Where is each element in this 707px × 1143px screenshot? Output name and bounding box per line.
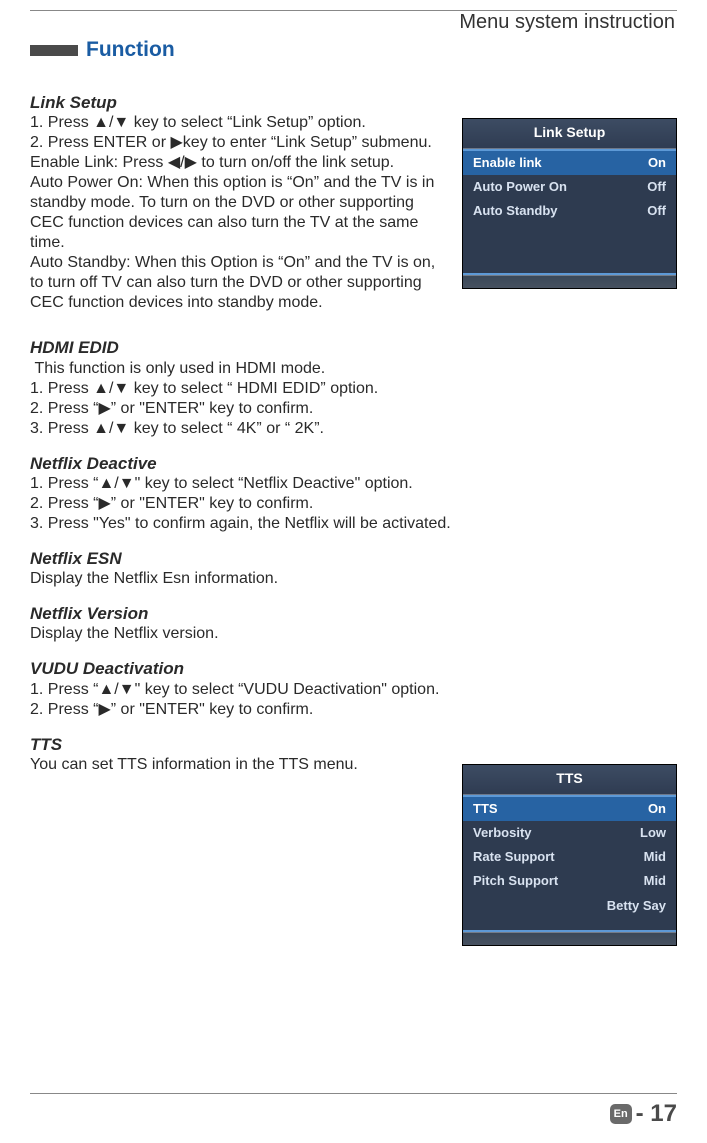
right-icon: ▶ bbox=[170, 134, 182, 151]
page-title: Function bbox=[86, 38, 175, 62]
lang-badge: En bbox=[610, 1104, 632, 1124]
netflix-deactive-body: 1. Press “▲/▼" key to select “Netflix De… bbox=[30, 474, 677, 534]
updown-icon: ▲/▼ bbox=[98, 475, 134, 492]
section-title-link-setup: Link Setup bbox=[30, 92, 677, 113]
section-title-tts: TTS bbox=[30, 734, 677, 755]
osd-row-label: TTS bbox=[473, 801, 498, 817]
osd-row-label: Auto Power On bbox=[473, 179, 567, 195]
page-title-row: Function bbox=[30, 38, 677, 62]
osd-tts-row-footer: Betty Say bbox=[463, 894, 676, 918]
osd-row-value: Off bbox=[647, 179, 666, 195]
netflix-version-body: Display the Netflix version. bbox=[30, 624, 677, 644]
right-icon: ▶ bbox=[98, 495, 110, 512]
osd-row-value: Off bbox=[647, 203, 666, 219]
osd-tts-row[interactable]: TTS On bbox=[463, 797, 676, 821]
osd-link-title: Link Setup bbox=[463, 119, 676, 149]
leftright-icon: ◀/▶ bbox=[168, 154, 197, 171]
section-title-netflix-esn: Netflix ESN bbox=[30, 548, 677, 569]
section-title-netflix-version: Netflix Version bbox=[30, 603, 677, 624]
osd-tts-title: TTS bbox=[463, 765, 676, 795]
hdmi-body: This function is only used in HDMI mode.… bbox=[30, 359, 677, 439]
updown-icon: ▲/▼ bbox=[93, 114, 129, 131]
osd-row-label: Verbosity bbox=[473, 825, 532, 841]
osd-tts: TTS TTS On Verbosity Low Rate Support Mi… bbox=[462, 764, 677, 946]
osd-link-row[interactable]: Auto Standby Off bbox=[463, 199, 676, 223]
osd-row-value: Betty Say bbox=[607, 898, 666, 914]
content-area: Link Setup Enable link On Auto Power On … bbox=[30, 92, 677, 775]
osd-row-value: Mid bbox=[644, 849, 666, 865]
updown-icon: ▲/▼ bbox=[93, 420, 129, 437]
page-footer: En - 17 bbox=[30, 1085, 677, 1128]
osd-tts-row[interactable]: Verbosity Low bbox=[463, 821, 676, 845]
updown-icon: ▲/▼ bbox=[93, 380, 129, 397]
osd-tts-row[interactable]: Rate Support Mid bbox=[463, 845, 676, 869]
section-title-hdmi: HDMI EDID bbox=[30, 337, 677, 358]
right-icon: ▶ bbox=[98, 400, 110, 417]
osd-row-label: Rate Support bbox=[473, 849, 555, 865]
osd-row-value: On bbox=[648, 801, 666, 817]
osd-row-value: Low bbox=[640, 825, 666, 841]
osd-tts-row[interactable]: Pitch Support Mid bbox=[463, 869, 676, 893]
osd-link-row[interactable]: Auto Power On Off bbox=[463, 175, 676, 199]
vudu-body: 1. Press “▲/▼" key to select “VUDU Deact… bbox=[30, 680, 550, 720]
osd-row-value: Mid bbox=[644, 873, 666, 889]
osd-row-label: Enable link bbox=[473, 155, 542, 171]
title-decor bbox=[30, 45, 78, 56]
updown-icon: ▲/▼ bbox=[98, 681, 134, 698]
page-number: - 17 bbox=[636, 1100, 677, 1128]
osd-link-row[interactable]: Enable link On bbox=[463, 151, 676, 175]
osd-link-setup: Link Setup Enable link On Auto Power On … bbox=[462, 118, 677, 289]
section-title-netflix-deactive: Netflix Deactive bbox=[30, 453, 677, 474]
osd-row-value: On bbox=[648, 155, 666, 171]
osd-row-label: Auto Standby bbox=[473, 203, 558, 219]
osd-row-label: Pitch Support bbox=[473, 873, 558, 889]
section-title-vudu: VUDU Deactivation bbox=[30, 658, 677, 679]
netflix-esn-body: Display the Netflix Esn information. bbox=[30, 569, 677, 589]
right-icon: ▶ bbox=[98, 701, 110, 718]
breadcrumb: Menu system instruction bbox=[30, 11, 677, 34]
link-setup-body: 1. Press ▲/▼ key to select “Link Setup” … bbox=[30, 113, 445, 313]
